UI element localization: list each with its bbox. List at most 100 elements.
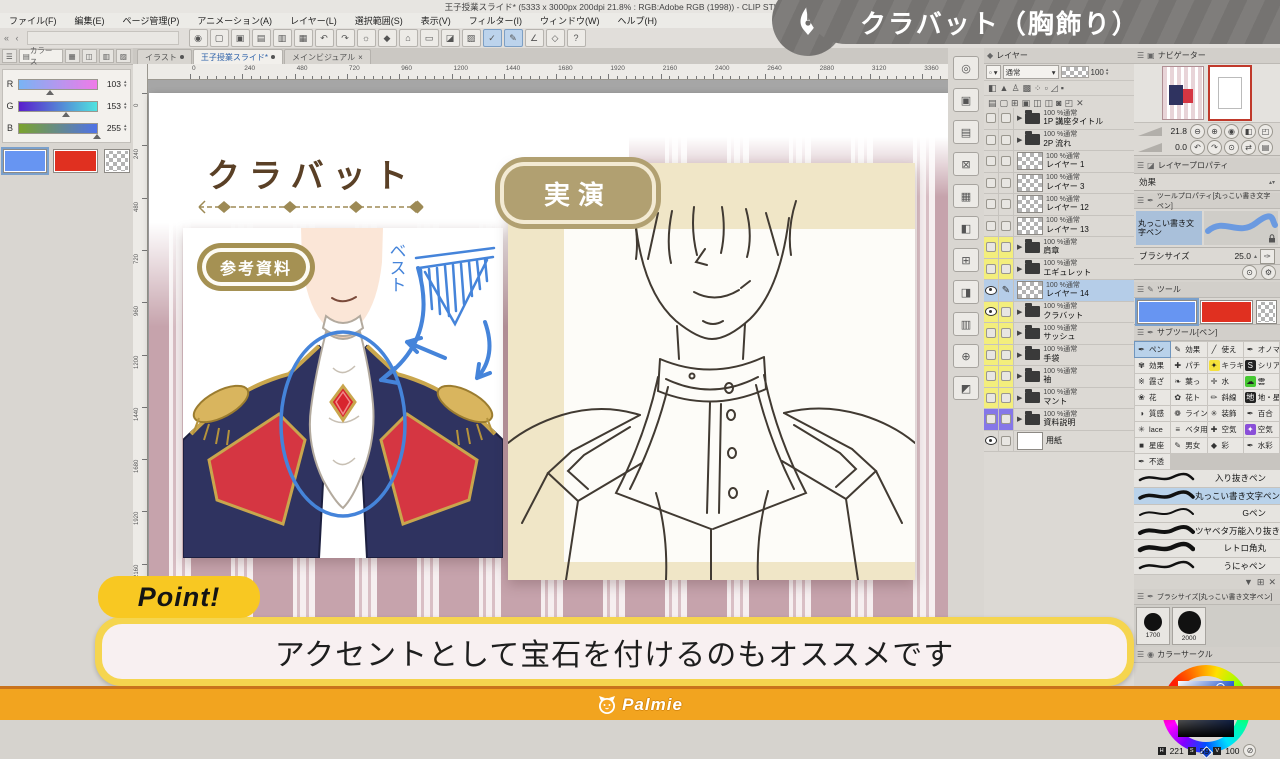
tab-intermediate-color[interactable]: ◫ xyxy=(82,49,97,63)
subtool-item[interactable]: ✾効果 xyxy=(1135,358,1170,373)
layer-tool-icon[interactable]: ◿ xyxy=(1051,83,1058,94)
rotate-button[interactable]: ▤ xyxy=(1258,140,1273,155)
layer-tool-icon[interactable]: ✕ xyxy=(1076,98,1084,109)
subtool-item[interactable]: ✒オノマ xyxy=(1244,342,1279,357)
layer-edit-cell[interactable] xyxy=(999,237,1014,258)
menu-item[interactable]: ヘルプ(H) xyxy=(609,14,667,27)
slider-spinner[interactable]: ▴▾ xyxy=(124,124,127,132)
layer-row[interactable]: ▶100 %通常1P 講座タイトル xyxy=(984,108,1134,130)
brush-size-value[interactable]: 25.0 xyxy=(1234,251,1251,261)
layer-row[interactable]: ▶100 %通常肩章 xyxy=(984,237,1134,259)
layer-visibility-cell[interactable] xyxy=(984,151,999,172)
subtool-item[interactable]: ✒百合 xyxy=(1244,406,1279,421)
panel-menu-icon[interactable]: ☰ xyxy=(2,49,17,63)
layer-tool-icon[interactable]: ◧ xyxy=(988,83,997,94)
navigator-tab[interactable]: ☰ ▣ ナビゲーター xyxy=(1134,48,1280,64)
layer-row[interactable]: 用紙 xyxy=(984,431,1134,453)
brush-list-button[interactable]: ✕ xyxy=(1268,577,1276,588)
layer-row[interactable]: ▶100 %通常手袋 xyxy=(984,345,1134,367)
layer-row[interactable]: ▶100 %通常エギュレット xyxy=(984,259,1134,281)
layer-tool-icon[interactable]: ◫ xyxy=(1033,98,1042,109)
zoom-button[interactable]: ⊖ xyxy=(1190,124,1205,139)
rotate-button[interactable]: ⇄ xyxy=(1241,140,1256,155)
layer-edit-cell[interactable] xyxy=(999,259,1014,280)
tab-color-history[interactable]: ▨ xyxy=(116,49,131,63)
layer-visibility-cell[interactable] xyxy=(984,259,999,280)
rotate-button[interactable]: ⊙ xyxy=(1224,140,1239,155)
quick-access-button[interactable]: ◧ xyxy=(953,216,979,240)
slider-track[interactable] xyxy=(18,79,98,90)
save-icon[interactable]: ▤ xyxy=(252,29,271,47)
subtool-item[interactable]: ◑質感 xyxy=(1135,406,1170,421)
subtool-item[interactable]: ✳装飾 xyxy=(1208,406,1243,421)
main-color-swatch[interactable] xyxy=(1137,300,1197,324)
subtool-item[interactable]: ✚空気 xyxy=(1208,422,1243,437)
zoom-button[interactable]: ◉ xyxy=(1224,124,1239,139)
brush-preset-row[interactable]: ツヤベタ万能入り抜きペン xyxy=(1134,523,1280,541)
quick-access-button[interactable]: ⊕ xyxy=(953,344,979,368)
new-file-icon[interactable]: ▢ xyxy=(210,29,229,47)
export-icon[interactable]: ▦ xyxy=(294,29,313,47)
tab-color-slider[interactable]: ▤ カラース xyxy=(19,49,63,63)
layer-property-tab[interactable]: ☰ ◪ レイヤープロパティ xyxy=(1134,158,1280,174)
subtool-item[interactable]: ✛水 xyxy=(1208,374,1243,389)
quick-access-button[interactable]: ▤ xyxy=(953,120,979,144)
layer-row[interactable]: 100 %通常レイヤー 3 xyxy=(984,173,1134,195)
quick-access-button[interactable]: ▣ xyxy=(953,88,979,112)
panel-collapse-arrows[interactable]: « ‹ xyxy=(4,33,21,43)
menu-item[interactable]: アニメーション(A) xyxy=(188,14,281,27)
blend-mode-dropdown[interactable]: 通常▾ xyxy=(1003,65,1059,79)
subtool-item[interactable]: ✒ペン xyxy=(1135,342,1170,357)
subtool-item[interactable]: Sシリア xyxy=(1244,358,1279,373)
layer-edit-cell[interactable] xyxy=(999,108,1014,129)
brush-preset-row[interactable]: 丸っこい書き文字ペン xyxy=(1134,488,1280,506)
brush-preset-row[interactable]: レトロ角丸 xyxy=(1134,540,1280,558)
wrench-icon[interactable]: ⚙ xyxy=(1261,265,1276,280)
subtool-item[interactable]: ✎効果 xyxy=(1171,342,1206,357)
fill-icon[interactable]: ⌂ xyxy=(399,29,418,47)
layer-tool-icon[interactable]: ▣ xyxy=(1022,98,1031,109)
brush-size-tile[interactable]: 2000 xyxy=(1172,607,1206,645)
expand-arrow-icon[interactable]: ▶ xyxy=(1017,308,1022,316)
subtool-item[interactable]: ✦キラキ xyxy=(1208,358,1243,373)
quick-access-button[interactable]: ▦ xyxy=(953,184,979,208)
brush-list-button[interactable]: ▼ xyxy=(1244,577,1253,587)
subtool-item[interactable]: ✳lace xyxy=(1135,422,1170,437)
menu-item[interactable]: 選択範囲(S) xyxy=(346,14,412,27)
rotate-button[interactable]: ↷ xyxy=(1207,140,1222,155)
color-mode-icon[interactable]: ⊘ xyxy=(1243,744,1256,757)
subtool-item[interactable]: ✚パチ xyxy=(1171,358,1206,373)
page-thumbnail-2[interactable] xyxy=(1208,65,1252,121)
menu-item[interactable]: ウィンドウ(W) xyxy=(531,14,609,27)
layer-edit-cell[interactable] xyxy=(999,323,1014,344)
sub-color-swatch[interactable] xyxy=(53,149,97,173)
layer-filter-dropdown[interactable]: ▫ ▾ xyxy=(986,65,1001,79)
layer-tool-icon[interactable]: ▩ xyxy=(1023,83,1032,94)
crop-icon[interactable]: ▭ xyxy=(420,29,439,47)
subtool-item[interactable]: ≡ベタ用 xyxy=(1171,422,1206,437)
layer-visibility-cell[interactable] xyxy=(984,388,999,409)
rotate-slider[interactable] xyxy=(1138,143,1162,152)
opacity-bar[interactable] xyxy=(1061,66,1089,78)
layer-edit-cell[interactable]: ✎ xyxy=(999,280,1014,301)
transparent-color-swatch[interactable] xyxy=(1256,300,1277,324)
clip-studio-icon[interactable]: ◉ xyxy=(189,29,208,47)
layer-row[interactable]: ▶100 %通常サッシュ xyxy=(984,323,1134,345)
layer-tool-icon[interactable]: ◙ xyxy=(1056,98,1061,108)
effect-spinner[interactable]: ▴▾ xyxy=(1269,179,1275,186)
zoom-button[interactable]: ◰ xyxy=(1258,124,1273,139)
layer-tool-icon[interactable]: ◰ xyxy=(1065,98,1074,109)
layer-row[interactable]: ▶100 %通常資料説明 xyxy=(984,409,1134,431)
expand-arrow-icon[interactable]: ▶ xyxy=(1017,394,1022,402)
layer-visibility-cell[interactable] xyxy=(984,366,999,387)
expand-arrow-icon[interactable]: ▶ xyxy=(1017,243,1022,251)
brush-preset-row[interactable]: Gペン xyxy=(1134,505,1280,523)
layer-visibility-cell[interactable] xyxy=(984,173,999,194)
subtool-panel-tab[interactable]: ☰ ✒ サブツール[ペン] xyxy=(1134,325,1280,341)
layers-panel-tab[interactable]: ◆ レイヤー xyxy=(984,48,1134,64)
layer-tool-icon[interactable]: ▪ xyxy=(1061,83,1064,93)
expand-arrow-icon[interactable]: ▶ xyxy=(1017,136,1022,144)
sub-color-swatch[interactable] xyxy=(1200,300,1252,324)
zoom-button[interactable]: ⊕ xyxy=(1207,124,1222,139)
slider-track[interactable] xyxy=(18,101,98,112)
